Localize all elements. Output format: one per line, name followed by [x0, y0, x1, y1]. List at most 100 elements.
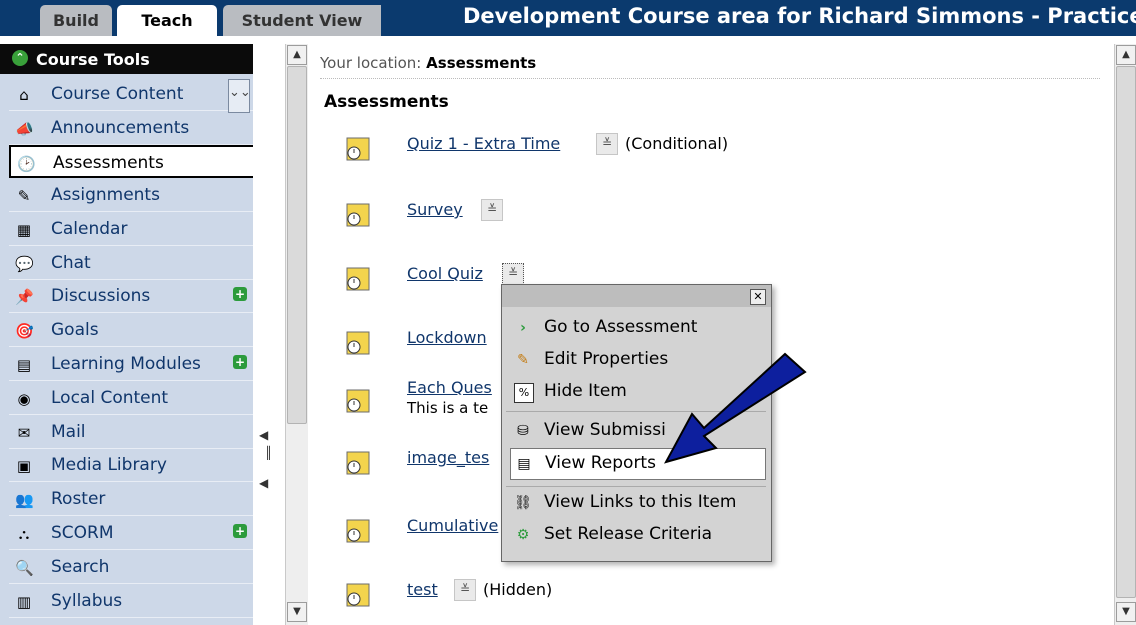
list-item: test ≚ (Hidden)	[309, 576, 1109, 616]
media-icon: ▣	[16, 457, 32, 475]
sidebar-item-label: Learning Modules	[51, 354, 201, 374]
item-status: (Hidden)	[483, 580, 553, 599]
add-plus-icon[interactable]: +	[233, 524, 247, 538]
menu-item-label: Set Release Criteria	[544, 524, 712, 544]
assessment-link[interactable]: Quiz 1 - Extra Time	[407, 134, 560, 153]
collapse-left-arrow-icon[interactable]: ◀	[259, 476, 268, 490]
collapse-circle-icon[interactable]: ⌃	[12, 50, 28, 66]
course-title: Development Course area for Richard Simm…	[463, 4, 1136, 28]
sidebar-item-label: Goals	[51, 320, 99, 340]
location-current: Assessments	[426, 54, 537, 72]
course-tools-header[interactable]: ⌃ Course Tools	[0, 44, 281, 74]
tab-build[interactable]: Build	[40, 5, 112, 36]
sidebar-item-discussions[interactable]: 📌 Discussions +	[9, 280, 281, 313]
double-chevron-down-icon[interactable]: ⌄⌄	[228, 79, 251, 113]
assessment-link[interactable]: Lockdown	[407, 328, 487, 347]
assessment-icon	[346, 203, 370, 227]
assessment-link[interactable]: image_tes	[407, 448, 489, 467]
annotation-arrow-icon	[663, 352, 807, 464]
scroll-thumb[interactable]	[287, 66, 307, 424]
add-plus-icon[interactable]: +	[233, 287, 247, 301]
item-menu-icon[interactable]: ≚	[454, 579, 476, 601]
scroll-up-button[interactable]: ▲	[1116, 45, 1136, 65]
sidebar-item-label: Roster	[51, 489, 106, 509]
sidebar-item-mail[interactable]: ✉ Mail	[9, 416, 281, 449]
links-icon: ⛓	[514, 495, 532, 511]
assessment-icon	[346, 519, 370, 543]
envelope-icon: ✉	[17, 424, 31, 442]
sidebar-item-assignments[interactable]: ✎ Assignments	[9, 179, 281, 212]
sidebar-item-label: Discussions	[51, 286, 151, 306]
menu-item-label: Hide Item	[544, 381, 627, 401]
menu-item-view-links[interactable]: ⛓ View Links to this Item	[510, 488, 764, 518]
sidebar-item-learning-modules[interactable]: ▤ Learning Modules +	[9, 348, 281, 381]
sidebar-item-label: Announcements	[51, 118, 190, 138]
sidebar-item-scorm[interactable]: ⛬ SCORM +	[9, 517, 281, 550]
sidebar-item-search[interactable]: 🔍 Search	[9, 551, 281, 584]
module-icon: ▤	[16, 356, 32, 374]
page-title: Assessments	[324, 92, 449, 112]
assessment-link[interactable]: Cumulative	[407, 516, 498, 535]
sidebar-item-assessments[interactable]: 🕑 Assessments	[9, 145, 281, 178]
tab-strip: Build Teach Student View	[0, 0, 381, 36]
people-icon: 👥	[15, 491, 34, 509]
sidebar-item-label: Local Content	[51, 388, 169, 408]
goals-icon: 🎯	[15, 322, 34, 340]
tab-teach[interactable]: Teach	[117, 5, 217, 36]
menu-item-label: View Links to this Item	[544, 492, 737, 512]
magnifier-icon: 🔍	[15, 559, 34, 577]
course-title-bar: Development Course area for Richard Simm…	[381, 0, 1136, 36]
tab-student-view[interactable]: Student View	[223, 5, 381, 36]
assessment-icon	[346, 451, 370, 475]
sidebar-item-label: Calendar	[51, 219, 128, 239]
home-icon: ⌂	[19, 86, 29, 104]
sidebar-item-calendar[interactable]: ▦ Calendar	[9, 213, 281, 246]
quiz-icon: 🕑	[17, 155, 36, 173]
sidebar-item-chat[interactable]: 💬 Chat	[9, 247, 281, 280]
item-menu-icon[interactable]: ≚	[481, 199, 503, 221]
release-criteria-icon: ⚙	[516, 527, 530, 543]
calendar-icon: ▦	[16, 221, 32, 239]
close-icon[interactable]: ✕	[750, 289, 766, 305]
item-menu-icon[interactable]: ≚	[596, 133, 618, 155]
sidebar-item-media-library[interactable]: ▣ Media Library	[9, 449, 281, 482]
assessment-link[interactable]: Survey	[407, 200, 463, 219]
assessment-icon	[346, 583, 370, 607]
sidebar-scrollbar[interactable]: ▲ ▼	[285, 44, 308, 625]
menu-item-go-to-assessment[interactable]: › Go to Assessment	[510, 313, 764, 343]
collapse-left-arrow-icon[interactable]: ◀	[259, 428, 268, 442]
sidebar-item-syllabus[interactable]: ▥ Syllabus	[9, 585, 281, 618]
pen-icon: ✎	[17, 187, 31, 205]
list-item: Quiz 1 - Extra Time ≚ (Conditional)	[309, 130, 1109, 170]
item-menu-icon[interactable]: ≚	[502, 263, 524, 285]
sidebar-item-label: Assignments	[51, 185, 160, 205]
menu-divider	[506, 486, 766, 487]
divider	[320, 78, 1100, 79]
sidebar-item-label: Media Library	[51, 455, 167, 475]
pane-splitter[interactable]: ◀ ║ ◀	[253, 44, 285, 625]
scroll-down-button[interactable]: ▼	[1116, 602, 1136, 622]
assessment-link[interactable]: Cool Quiz	[407, 264, 483, 283]
sidebar-item-label: Mail	[51, 422, 86, 442]
submissions-icon: ⛁	[517, 423, 529, 439]
sidebar-item-announcements[interactable]: 📣 Announcements	[9, 112, 281, 145]
scroll-thumb[interactable]	[1116, 66, 1136, 598]
megaphone-icon: 📣	[15, 120, 34, 138]
hide-icon: %	[514, 383, 534, 403]
assessment-link[interactable]: test	[407, 580, 438, 599]
assessment-link[interactable]: Each Ques	[407, 378, 492, 397]
sidebar: ⌃ Course Tools ⌂ Course Content 📣 Announ…	[0, 44, 281, 625]
content-scrollbar[interactable]: ▲ ▼	[1114, 44, 1136, 625]
menu-item-set-release-criteria[interactable]: ⚙ Set Release Criteria	[510, 520, 764, 550]
sidebar-item-local-content[interactable]: ◉ Local Content	[9, 382, 281, 415]
sidebar-item-goals[interactable]: 🎯 Goals	[9, 314, 281, 347]
pushpin-icon: 📌	[15, 288, 34, 306]
splitter-grip-icon[interactable]: ║	[265, 446, 272, 460]
add-plus-icon[interactable]: +	[233, 355, 247, 369]
location-prefix: Your location:	[320, 54, 422, 72]
menu-item-label: Go to Assessment	[544, 317, 698, 337]
sidebar-item-label: SCORM	[51, 523, 114, 543]
scroll-up-button[interactable]: ▲	[287, 45, 307, 65]
sidebar-item-roster[interactable]: 👥 Roster	[9, 483, 281, 516]
scroll-down-button[interactable]: ▼	[287, 602, 307, 622]
